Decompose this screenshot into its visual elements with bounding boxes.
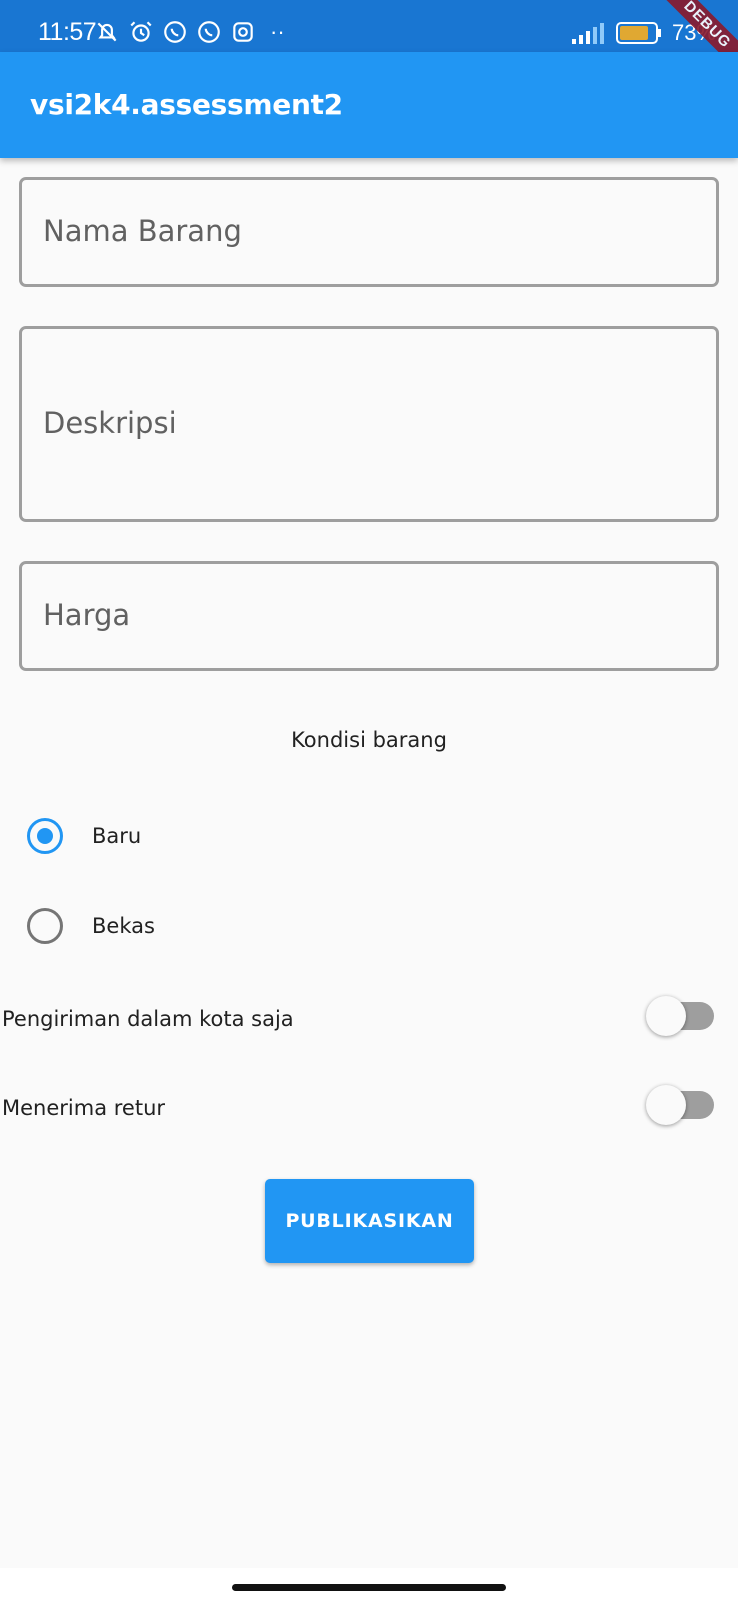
alarm-icon bbox=[130, 21, 152, 42]
toggle-label: Pengiriman dalam kota saja bbox=[2, 1007, 294, 1031]
status-bar: 11:57 ·· 73% DEBUG bbox=[0, 0, 738, 86]
home-indicator[interactable] bbox=[232, 1584, 506, 1591]
price-field-label: Harga bbox=[43, 598, 131, 632]
radio-unselected-icon[interactable] bbox=[27, 908, 63, 944]
condition-option-new[interactable]: Baru bbox=[27, 818, 141, 854]
condition-heading: Kondisi barang bbox=[291, 728, 447, 752]
battery-icon bbox=[615, 22, 661, 44]
toggle-row-accept-returns: Menerima retur bbox=[0, 1085, 738, 1126]
instagram-icon bbox=[233, 22, 253, 42]
whatsapp-icon bbox=[198, 21, 220, 43]
page-title: vsi2k4.assessment2 bbox=[30, 88, 343, 121]
bell-off-icon bbox=[97, 22, 117, 42]
name-field[interactable]: Nama Barang bbox=[19, 177, 719, 287]
switch-thumb[interactable] bbox=[646, 996, 686, 1036]
condition-option-label: Baru bbox=[92, 824, 142, 848]
description-field[interactable]: Deskripsi bbox=[19, 326, 719, 522]
toggle-row-local-delivery: Pengiriman dalam kota saja bbox=[0, 996, 738, 1037]
description-field-label: Deskripsi bbox=[43, 406, 177, 440]
toggle-label: Menerima retur bbox=[2, 1096, 166, 1120]
app-bar: vsi2k4.assessment2 bbox=[0, 52, 738, 158]
price-field[interactable]: Harga bbox=[19, 561, 719, 671]
notification-icons: ·· bbox=[94, 18, 285, 46]
name-field-label: Nama Barang bbox=[43, 214, 242, 248]
radio-selected-icon[interactable] bbox=[27, 818, 63, 854]
publish-button[interactable]: PUBLIKASIKAN bbox=[265, 1179, 474, 1263]
condition-option-used[interactable]: Bekas bbox=[27, 908, 155, 944]
switch-thumb[interactable] bbox=[646, 1085, 686, 1125]
more-notifications: ·· bbox=[270, 19, 285, 44]
whatsapp-icon bbox=[164, 21, 186, 43]
status-time: 11:57 bbox=[38, 18, 97, 46]
condition-option-label: Bekas bbox=[92, 914, 155, 938]
signal-icon bbox=[571, 23, 604, 44]
